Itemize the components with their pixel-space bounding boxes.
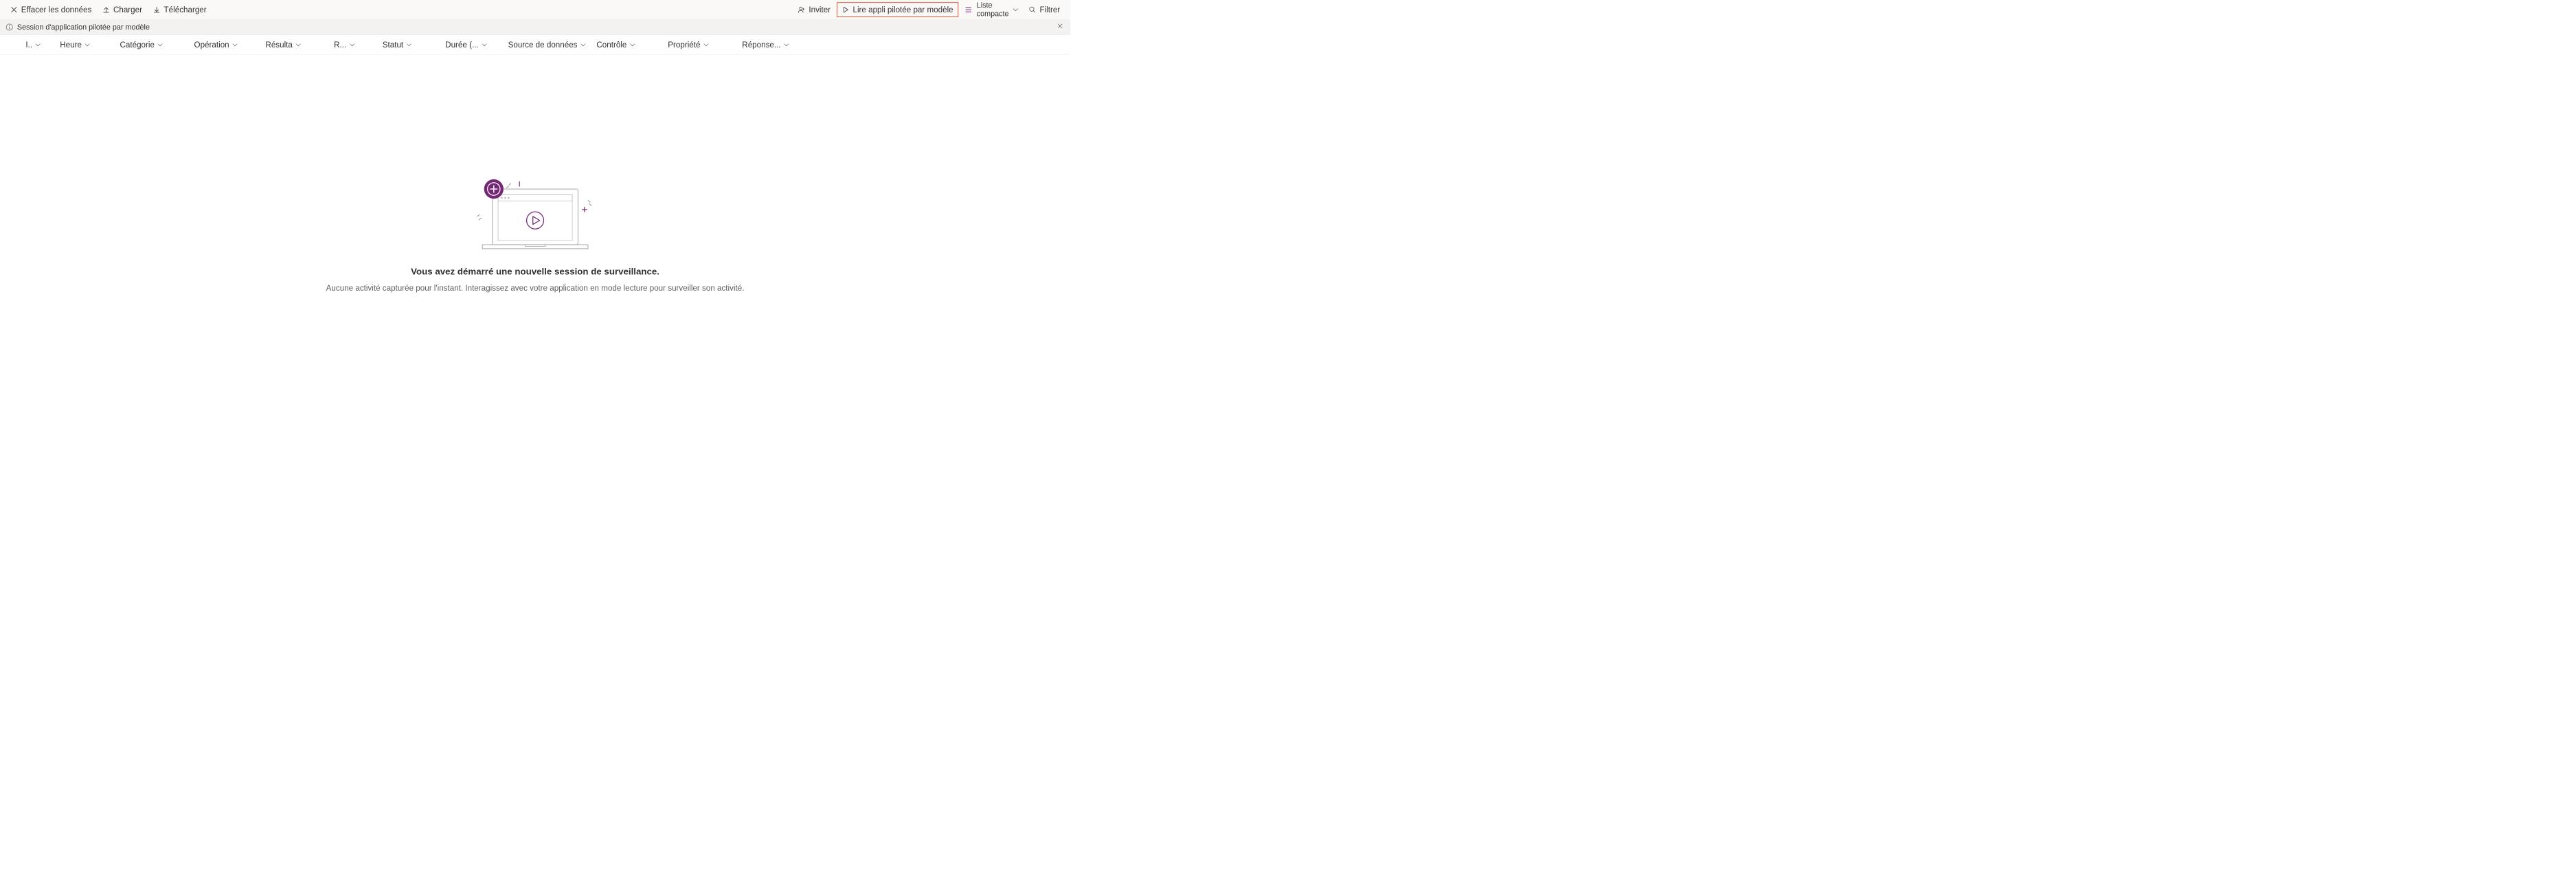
empty-subtitle: Aucune activité capturée pour l'instant.… [326,284,745,293]
col-duree-label: Durée (... [445,40,478,49]
col-controle[interactable]: Contrôle [596,40,665,49]
chevron-down-icon [703,42,709,47]
invite-button[interactable]: Inviter [793,3,835,16]
chevron-down-icon [349,42,354,47]
play-icon [842,6,850,14]
chevron-down-icon [295,42,301,47]
col-r-label: R... [334,40,346,49]
col-statut-label: Statut [383,40,403,49]
chevron-down-icon [1013,7,1018,12]
load-button[interactable]: Charger [98,3,147,16]
info-bar-close-button[interactable] [1056,21,1065,32]
view-mode-dropdown[interactable]: Liste compacte [960,0,1023,19]
play-label: Lire appli pilotée par modèle [852,5,953,14]
play-model-app-button[interactable]: Lire appli pilotée par modèle [837,2,958,17]
col-statut[interactable]: Statut [383,40,442,49]
col-r[interactable]: R... [334,40,379,49]
col-categorie-label: Catégorie [120,40,155,49]
col-duree[interactable]: Durée (... [445,40,505,49]
toolbar-left: Effacer les données Charger Télécharger [5,3,211,16]
empty-title: Vous avez démarré une nouvelle session d… [411,266,659,276]
chevron-down-icon [482,42,487,47]
col-id-label: I.. [25,40,32,49]
column-headers: I.. Heure Catégorie Opération Résulta R.… [0,35,1070,55]
view-mode-line1: Liste [977,1,1009,10]
filter-label: Filtrer [1039,5,1060,14]
col-resulta[interactable]: Résulta [265,40,331,49]
chevron-down-icon [232,42,238,47]
chevron-down-icon [580,42,586,47]
col-operation-label: Opération [194,40,229,49]
person-icon [798,5,806,14]
col-propriete[interactable]: Propriété [668,40,739,49]
col-controle-label: Contrôle [596,40,626,49]
close-icon [1057,23,1063,30]
col-source-label: Source de données [508,40,578,49]
search-icon [1029,6,1037,14]
clear-data-button[interactable]: Effacer les données [5,3,96,16]
toolbar-right: Inviter Lire appli pilotée par modèle Li… [793,0,1065,19]
view-mode-label: Liste compacte [977,1,1009,18]
empty-state: Vous avez démarré une nouvelle session d… [0,55,1070,293]
download-label: Télécharger [164,5,207,14]
close-icon [10,6,18,14]
view-mode-line2: compacte [977,10,1009,18]
list-icon [964,5,972,14]
info-bar: Session d'application pilotée par modèle [0,19,1070,34]
col-heure-label: Heure [60,40,82,49]
invite-label: Inviter [809,5,831,14]
chevron-down-icon [84,42,90,47]
empty-illustration [465,177,605,254]
info-bar-left: Session d'application pilotée par modèle [5,23,150,32]
info-icon [5,23,13,31]
chevron-down-icon [157,42,163,47]
download-icon [153,6,161,14]
chevron-down-icon [406,42,411,47]
col-heure[interactable]: Heure [60,40,117,49]
chevron-down-icon [35,42,41,47]
download-button[interactable]: Télécharger [148,3,211,16]
col-reponse[interactable]: Réponse... [742,40,813,49]
clear-data-label: Effacer les données [21,5,92,14]
info-bar-text: Session d'application pilotée par modèle [17,23,150,32]
upload-icon [102,6,110,14]
col-propriete-label: Propriété [668,40,700,49]
col-reponse-label: Réponse... [742,40,780,49]
col-source[interactable]: Source de données [508,40,594,49]
col-id[interactable]: I.. [25,40,57,49]
col-operation[interactable]: Opération [194,40,263,49]
load-label: Charger [113,5,142,14]
col-categorie[interactable]: Catégorie [120,40,192,49]
filter-button[interactable]: Filtrer [1024,3,1065,16]
chevron-down-icon [630,42,635,47]
chevron-down-icon [784,42,789,47]
toolbar: Effacer les données Charger Télécharger … [0,0,1070,19]
col-resulta-label: Résulta [265,40,292,49]
